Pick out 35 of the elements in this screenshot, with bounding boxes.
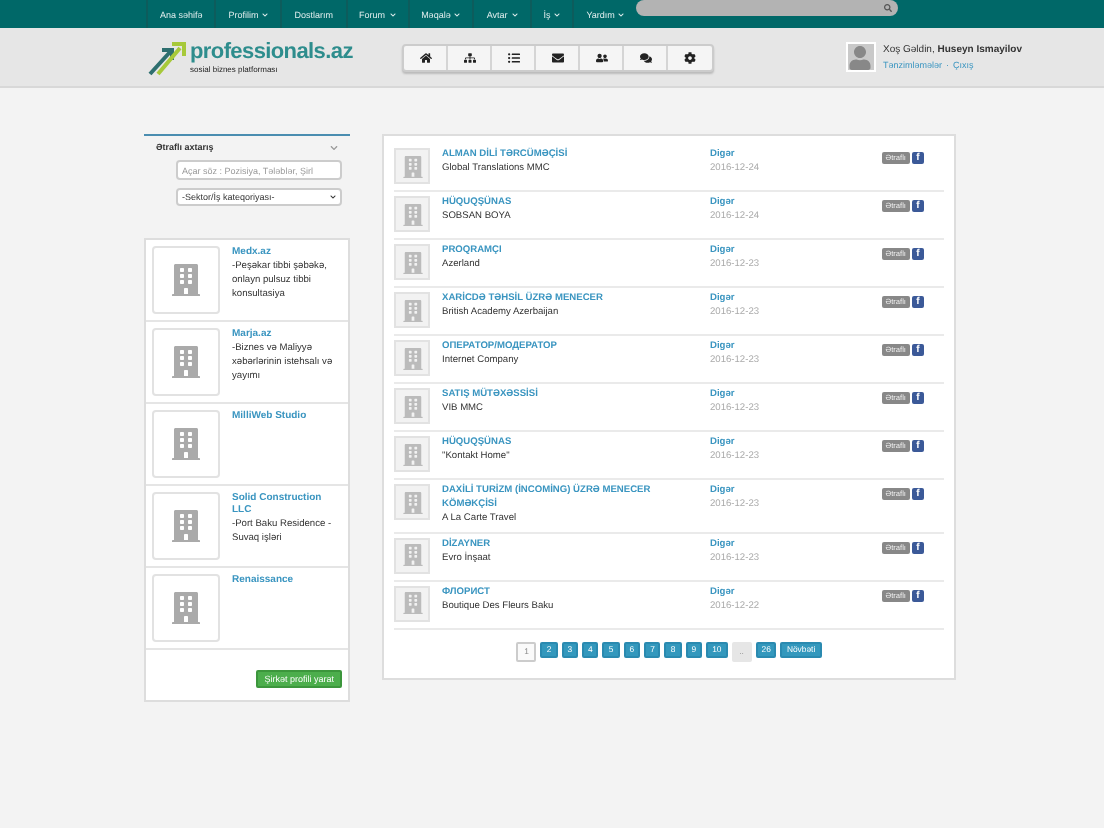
logo-title: professionals.az <box>190 41 353 63</box>
building-icon <box>394 340 430 376</box>
search-icon <box>884 4 892 12</box>
home-icon <box>419 51 431 63</box>
logo-placeholder <box>152 492 220 560</box>
chevron-down-icon <box>554 11 561 17</box>
building-icon <box>394 484 430 520</box>
building-icon <box>394 388 430 424</box>
sitemap-icon <box>463 51 475 63</box>
building-icon <box>394 585 430 622</box>
avatar-placeholder <box>845 42 875 72</box>
people-icon <box>595 51 607 63</box>
building-icon <box>394 436 430 472</box>
building-icon <box>394 537 430 574</box>
building-icon <box>394 148 430 184</box>
logo-placeholder <box>152 410 220 478</box>
logo-placeholder <box>152 574 220 642</box>
chevron-down-icon <box>618 11 625 17</box>
logo-placeholder <box>152 246 220 314</box>
arrows-logo-icon <box>146 39 186 75</box>
chevron-down-icon <box>511 11 518 17</box>
chevron-down-icon <box>454 11 461 17</box>
building-icon <box>394 292 430 328</box>
chat-icon <box>639 51 651 63</box>
building-icon <box>394 244 430 280</box>
chevron-down-icon <box>262 11 269 17</box>
dropdown-caret-icon <box>330 194 336 200</box>
building-icon <box>394 196 430 232</box>
search-field[interactable] <box>636 0 898 16</box>
chevron-down-icon <box>389 11 396 17</box>
logo-placeholder <box>152 328 220 396</box>
list-icon <box>507 51 519 63</box>
chevron-icon <box>330 143 338 151</box>
settings-icon <box>684 51 696 63</box>
envelope-icon <box>551 51 563 63</box>
